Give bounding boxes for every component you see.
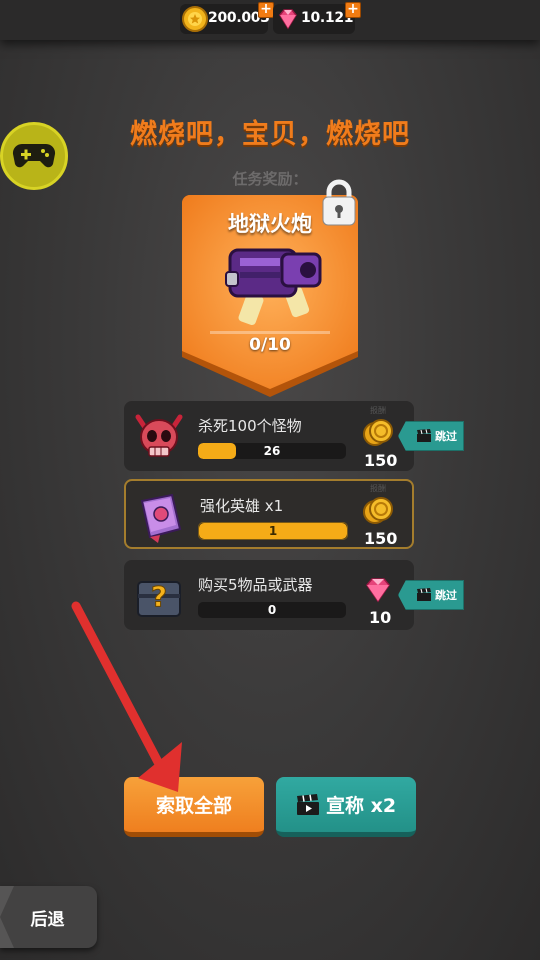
reward-value: 150: [364, 529, 398, 548]
reward-progress: 0/10: [249, 335, 291, 355]
skip-label: 跳过: [435, 589, 457, 602]
reward-small-label: 报酬: [370, 406, 386, 415]
task-progress-bar: 0: [198, 602, 346, 618]
svg-text:?: ?: [151, 580, 167, 613]
demon-skull-icon: [135, 414, 183, 457]
hellfire-cannon-icon: [225, 248, 322, 326]
back-chevron-icon: [0, 886, 14, 948]
task-row[interactable]: 强化英雄 x1 1 报酬 150: [124, 479, 414, 549]
reward-small-label: 报酬: [370, 484, 386, 493]
claim-all-button[interactable]: 索取全部: [124, 777, 264, 837]
skip-label: 跳过: [435, 430, 457, 443]
clapperboard-icon: [417, 429, 431, 442]
skip-ad-button[interactable]: 跳过: [398, 580, 464, 610]
progress-text: 1: [268, 524, 278, 538]
coin-icon: [182, 6, 208, 32]
claim-double-label: 宣称 x2: [325, 795, 397, 817]
back-label: 后退: [30, 909, 65, 930]
skip-ad-button[interactable]: 跳过: [398, 421, 464, 451]
reward-caption: 任务奖励：: [232, 170, 308, 188]
task-label: 购买5物品或武器: [198, 576, 313, 594]
clapperboard-icon: [296, 793, 319, 815]
reward-value: 150: [364, 451, 398, 470]
reward-value: 10: [369, 608, 392, 627]
reward-name: 地狱火炮: [228, 212, 312, 236]
add-gems-button[interactable]: +: [345, 2, 361, 18]
mystery-chest-icon: ?: [137, 580, 181, 617]
gem-icon: [366, 578, 390, 603]
top-bar: 200.003 + 10.121 +: [0, 0, 540, 40]
clapperboard-icon: [417, 588, 431, 601]
coin-stack-icon: [363, 419, 393, 446]
task-row: ? 购买5物品或武器 0 10: [124, 560, 414, 630]
task-progress-bar: 26: [198, 443, 346, 459]
progress-text: 0: [267, 603, 277, 617]
task-label: 杀死100个怪物: [198, 417, 302, 435]
task-row: 杀死100个怪物 26 报酬 150: [124, 401, 414, 471]
task-label: 强化英雄 x1: [200, 497, 284, 515]
quest-title: 燃烧吧，宝贝，燃烧吧: [130, 119, 410, 150]
claim-double-button[interactable]: 宣称 x2: [276, 777, 416, 837]
task-progress-bar: 1: [198, 522, 348, 540]
progress-text: 26: [263, 444, 281, 458]
spellbook-icon: [140, 493, 182, 543]
coin-counter[interactable]: 200.003 +: [180, 2, 274, 34]
back-button[interactable]: 后退: [0, 886, 97, 948]
gem-icon: [279, 9, 297, 30]
coin-stack-icon: [363, 497, 393, 524]
claim-all-label: 索取全部: [155, 795, 232, 817]
add-coins-button[interactable]: +: [258, 2, 274, 18]
gem-counter[interactable]: 10.121 +: [273, 2, 361, 34]
